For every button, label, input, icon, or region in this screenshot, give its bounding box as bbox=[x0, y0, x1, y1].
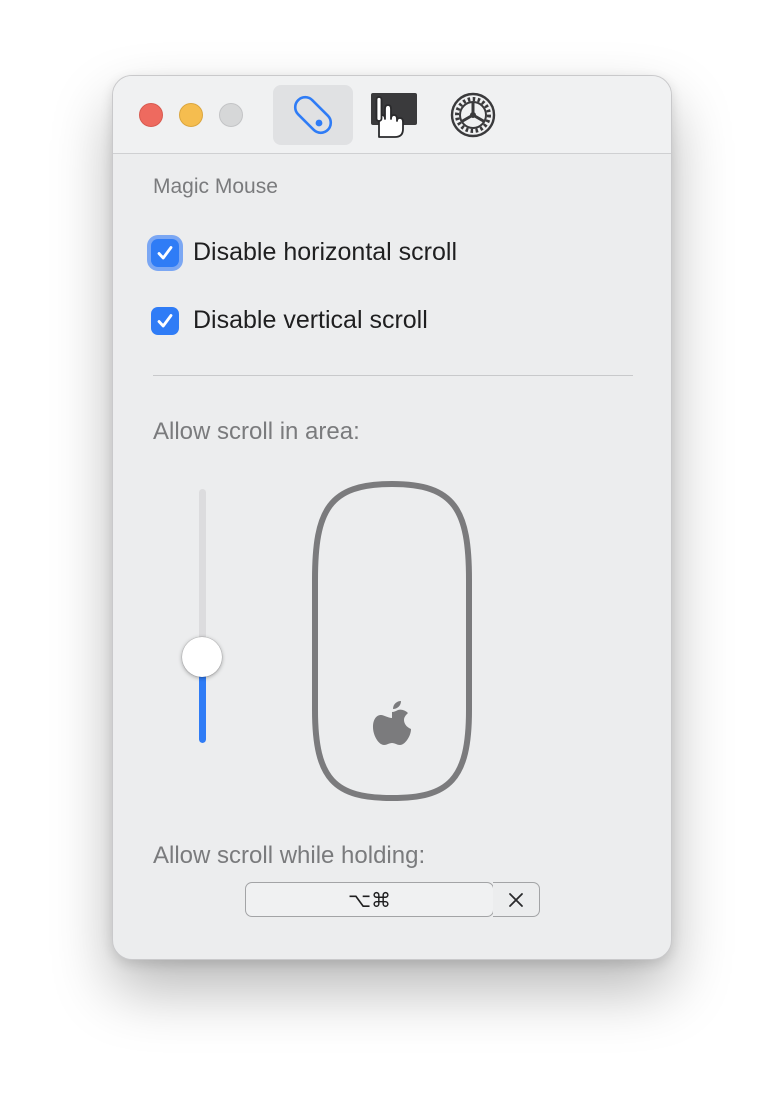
disable-horizontal-scroll-checkbox[interactable] bbox=[151, 238, 179, 267]
modifier-label: Allow scroll while holding: bbox=[153, 842, 426, 869]
apple-logo-icon bbox=[373, 701, 411, 745]
minimize-button[interactable] bbox=[179, 103, 203, 127]
scroll-area-label: Allow scroll in area: bbox=[153, 418, 360, 445]
disable-horizontal-scroll-label: Disable horizontal scroll bbox=[193, 238, 458, 266]
disable-vertical-scroll-checkbox[interactable] bbox=[151, 306, 179, 335]
section-title: Magic Mouse bbox=[153, 175, 278, 198]
shortcut-recorder-field[interactable]: ⌥⌘ bbox=[245, 882, 494, 917]
mouse-icon bbox=[293, 95, 333, 135]
slider-knob[interactable] bbox=[182, 636, 222, 677]
magic-mouse-illustration bbox=[312, 480, 472, 802]
disable-horizontal-scroll-option[interactable]: Disable horizontal scroll bbox=[151, 238, 457, 267]
clear-shortcut-button[interactable] bbox=[493, 882, 540, 917]
scroll-area-slider[interactable] bbox=[199, 489, 206, 743]
close-button[interactable] bbox=[139, 103, 163, 127]
title-bar bbox=[113, 76, 671, 154]
tab-trackpad[interactable] bbox=[353, 85, 433, 145]
checkmark-icon bbox=[157, 313, 173, 327]
close-icon bbox=[509, 892, 523, 907]
disable-vertical-scroll-option[interactable]: Disable vertical scroll bbox=[151, 306, 428, 335]
disable-vertical-scroll-label: Disable vertical scroll bbox=[193, 306, 428, 334]
app-window: Magic Mouse Disable horizontal scroll Di… bbox=[112, 75, 672, 960]
divider bbox=[153, 375, 633, 376]
tab-settings[interactable] bbox=[433, 85, 513, 145]
checkmark-icon bbox=[157, 245, 173, 259]
zoom-button[interactable] bbox=[219, 103, 243, 127]
gear-icon bbox=[450, 92, 496, 138]
shortcut-value: ⌥⌘ bbox=[347, 887, 392, 912]
tab-mouse[interactable] bbox=[273, 85, 353, 145]
trackpad-icon bbox=[371, 93, 417, 138]
